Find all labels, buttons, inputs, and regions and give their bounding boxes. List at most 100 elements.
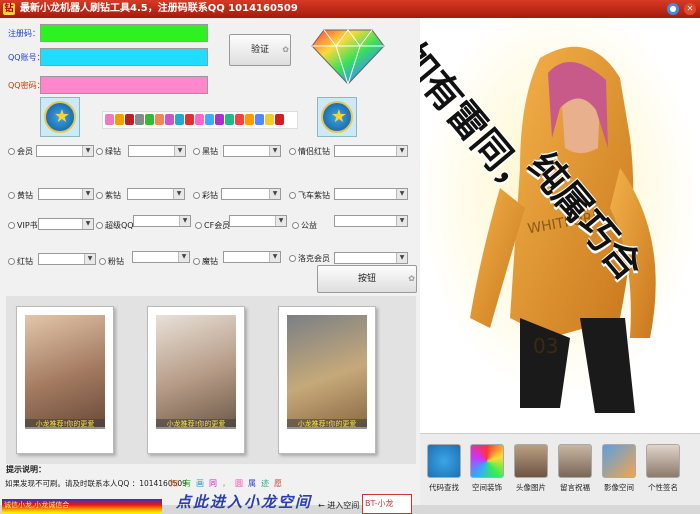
star-badge-icon: ★ bbox=[321, 101, 353, 133]
tool-message-wishes[interactable]: 留言祝福 bbox=[556, 444, 594, 493]
option-caizuan[interactable]: 彩钻 bbox=[193, 190, 218, 201]
minimize-icon[interactable]: ● bbox=[667, 3, 679, 15]
window-title: 最新小龙机器人刷钻工具4.5，注册码联系QQ 1014160509 bbox=[20, 3, 298, 14]
badge-icon bbox=[235, 114, 244, 125]
radio-button[interactable] bbox=[193, 148, 200, 155]
radio-button[interactable] bbox=[193, 192, 200, 199]
option-mozuan[interactable]: 魔钻 bbox=[193, 256, 218, 267]
tool-avatar-images[interactable]: 头像图片 bbox=[512, 444, 550, 493]
chevron-down-icon[interactable]: ▼ bbox=[396, 253, 407, 263]
chevron-down-icon[interactable]: ▼ bbox=[173, 189, 184, 199]
chevron-down-icon[interactable]: ▼ bbox=[174, 146, 185, 156]
radio-button[interactable] bbox=[8, 258, 15, 265]
title-bar[interactable]: 钻 最新小龙机器人刷钻工具4.5，注册码联系QQ 1014160509 ● ✕ bbox=[0, 0, 700, 18]
tool-signature[interactable]: 个性签名 bbox=[644, 444, 682, 493]
app-icon: 钻 bbox=[3, 3, 15, 15]
tool-space-decor[interactable]: 空间装饰 bbox=[468, 444, 506, 493]
badge-icon bbox=[175, 114, 184, 125]
photo-card-1[interactable]: 小龙推荐!你的更爱 bbox=[16, 306, 114, 454]
option-huangzuan[interactable]: 黄钻 bbox=[8, 190, 33, 201]
badge-icon bbox=[255, 114, 264, 125]
radio-button[interactable] bbox=[8, 222, 15, 229]
option-cf-huiyuan-select[interactable]: ▼ bbox=[229, 215, 287, 227]
badge-icon bbox=[115, 114, 124, 125]
chevron-down-icon[interactable]: ▼ bbox=[179, 216, 190, 226]
action-button[interactable]: 按钮 ✿ bbox=[317, 265, 417, 293]
chevron-down-icon[interactable]: ▼ bbox=[396, 146, 407, 156]
enter-space-link[interactable]: 点此进入小龙空间 bbox=[176, 491, 312, 512]
option-huiyuan[interactable]: 会员 bbox=[8, 146, 33, 157]
reg-code-input[interactable] bbox=[40, 24, 208, 42]
tool-code-search[interactable]: 代码查找 bbox=[425, 444, 463, 493]
option-gongyi-select[interactable]: ▼ bbox=[334, 215, 408, 227]
option-fenzuan-select[interactable]: ▼ bbox=[132, 251, 190, 263]
option-cf-huiyuan[interactable]: CF会员 bbox=[195, 220, 230, 231]
option-lvzuan-select[interactable]: ▼ bbox=[128, 145, 186, 157]
photo-gallery: 小龙推荐!你的更爱 小龙推荐!你的更爱 小龙推荐!你的更爱 bbox=[6, 296, 416, 464]
qq-number-input[interactable] bbox=[40, 48, 208, 66]
option-zizuan[interactable]: 紫钻 bbox=[96, 190, 121, 201]
radio-button[interactable] bbox=[99, 258, 106, 265]
radio-button[interactable] bbox=[96, 148, 103, 155]
chevron-down-icon[interactable]: ▼ bbox=[275, 216, 286, 226]
option-lvzuan[interactable]: 绿钻 bbox=[96, 146, 121, 157]
option-qinglv-hongzuan[interactable]: 情侣红钻 bbox=[289, 146, 330, 157]
radio-button[interactable] bbox=[8, 192, 15, 199]
right-panel: 03 WHITFORD 如有雷同， 纯属巧合 代码查找 空间装饰 头像图片 留言… bbox=[420, 18, 700, 505]
badge-icon bbox=[205, 114, 214, 125]
radio-button[interactable] bbox=[8, 148, 15, 155]
photo-image bbox=[156, 315, 236, 427]
option-luoke-huiyuan[interactable]: 洛克会员 bbox=[289, 253, 330, 264]
option-vip-shu-select[interactable]: ▼ bbox=[38, 218, 94, 230]
chevron-down-icon[interactable]: ▼ bbox=[82, 219, 93, 229]
option-vip-shu[interactable]: VIP书 bbox=[8, 220, 38, 231]
option-zizuan-select[interactable]: ▼ bbox=[127, 188, 185, 200]
chevron-down-icon[interactable]: ▼ bbox=[82, 189, 93, 199]
chevron-down-icon[interactable]: ▼ bbox=[396, 216, 407, 226]
option-chaoji-qq[interactable]: 超级QQ bbox=[96, 220, 134, 231]
option-feiche-zizuan-select[interactable]: ▼ bbox=[334, 188, 408, 200]
badge-icon bbox=[215, 114, 224, 125]
photo-image bbox=[25, 315, 105, 427]
option-chaoji-qq-select[interactable]: ▼ bbox=[133, 215, 191, 227]
close-icon[interactable]: ✕ bbox=[684, 3, 696, 15]
radio-button[interactable] bbox=[292, 222, 299, 229]
radio-button[interactable] bbox=[289, 192, 296, 199]
verify-button[interactable]: 验证 ✿ bbox=[229, 34, 291, 66]
badge-icon bbox=[195, 114, 204, 125]
chevron-down-icon[interactable]: ▼ bbox=[269, 189, 280, 199]
option-qinglv-hongzuan-select[interactable]: ▼ bbox=[334, 145, 408, 157]
option-heizuan[interactable]: 黑钻 bbox=[193, 146, 218, 157]
option-feiche-zizuan[interactable]: 飞车紫钻 bbox=[289, 190, 330, 201]
option-huiyuan-select[interactable]: ▼ bbox=[36, 145, 94, 157]
radio-button[interactable] bbox=[96, 222, 103, 229]
tool-image-space[interactable]: 影像空间 bbox=[600, 444, 638, 493]
option-luoke-huiyuan-select[interactable]: ▼ bbox=[334, 252, 408, 264]
radio-button[interactable] bbox=[193, 258, 200, 265]
enter-space-hint: ← 进入空间 bbox=[318, 501, 360, 510]
chevron-down-icon[interactable]: ▼ bbox=[269, 252, 280, 262]
chevron-down-icon[interactable]: ▼ bbox=[178, 252, 189, 262]
photo-card-2[interactable]: 小龙推荐!你的更爱 bbox=[147, 306, 245, 454]
option-mozuan-select[interactable]: ▼ bbox=[223, 251, 281, 263]
photo-card-3[interactable]: 小龙推荐!你的更爱 bbox=[278, 306, 376, 454]
chevron-down-icon[interactable]: ▼ bbox=[269, 146, 280, 156]
chevron-down-icon[interactable]: ▼ bbox=[84, 254, 95, 264]
radio-button[interactable] bbox=[195, 222, 202, 229]
option-heizuan-select[interactable]: ▼ bbox=[223, 145, 281, 157]
chevron-down-icon[interactable]: ▼ bbox=[82, 146, 93, 156]
radio-button[interactable] bbox=[289, 148, 296, 155]
radio-button[interactable] bbox=[96, 192, 103, 199]
space-input[interactable]: BT-小龙 bbox=[362, 494, 412, 514]
option-fenzuan[interactable]: 粉钻 bbox=[99, 256, 124, 267]
option-huangzuan-select[interactable]: ▼ bbox=[38, 188, 94, 200]
option-caizuan-select[interactable]: ▼ bbox=[221, 188, 281, 200]
radio-button[interactable] bbox=[289, 255, 296, 262]
option-hongzuan-select[interactable]: ▼ bbox=[38, 253, 96, 265]
option-gongyi[interactable]: 公益 bbox=[292, 220, 317, 231]
photo-image bbox=[287, 315, 367, 427]
colorful-text: 知 有 画 同 ， 圆 属 迹 愿 bbox=[170, 479, 282, 488]
qq-password-input[interactable] bbox=[40, 76, 208, 94]
option-hongzuan[interactable]: 红钻 bbox=[8, 256, 33, 267]
chevron-down-icon[interactable]: ▼ bbox=[396, 189, 407, 199]
